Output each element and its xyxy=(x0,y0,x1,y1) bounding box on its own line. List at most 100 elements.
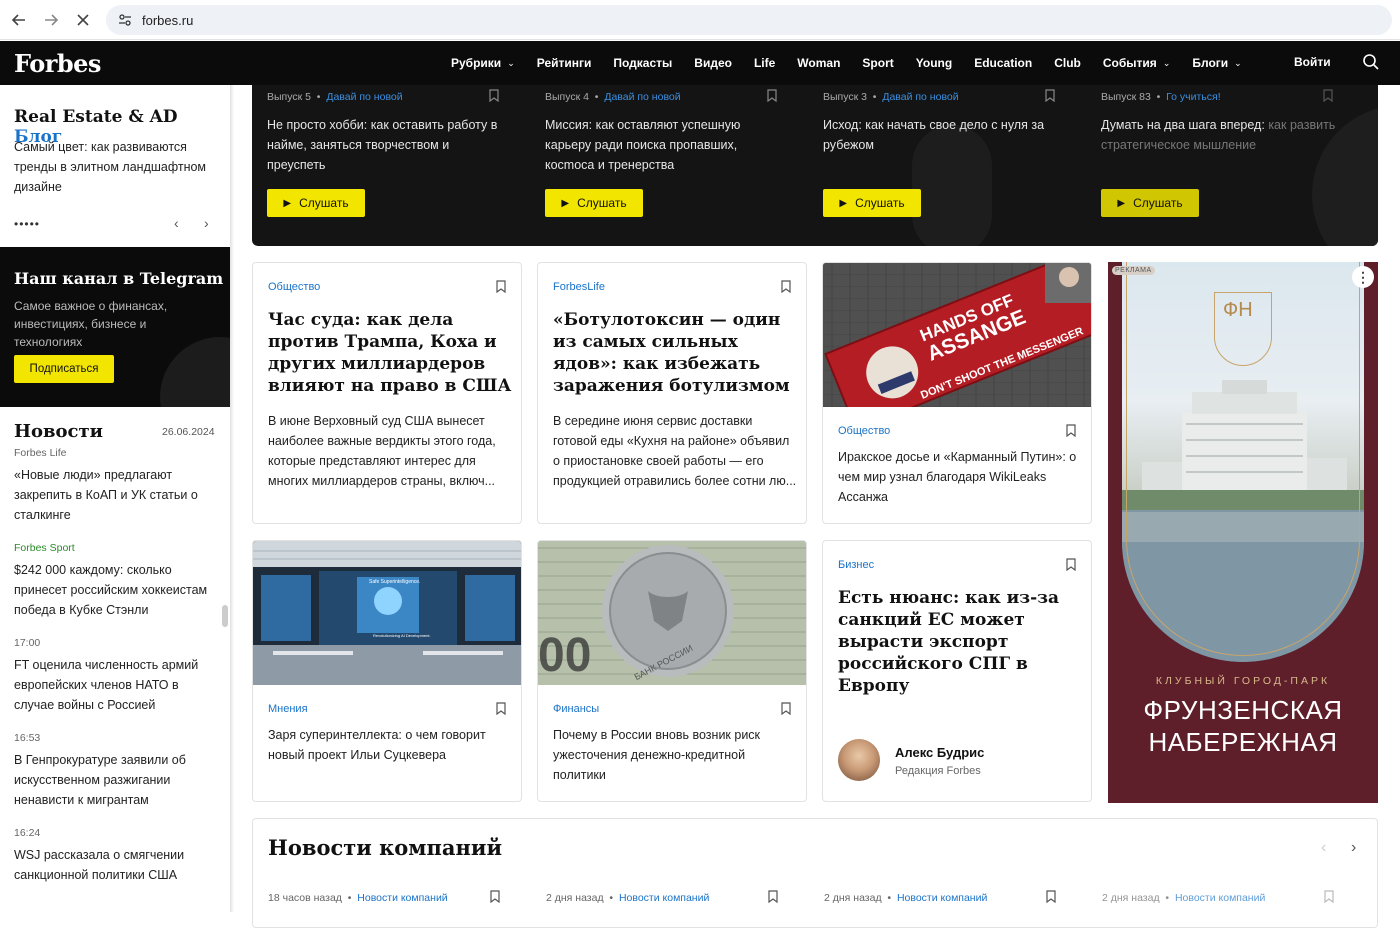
bookmark-icon[interactable] xyxy=(781,280,791,294)
bookmark-icon[interactable] xyxy=(496,280,506,294)
news-item[interactable]: 17:00 FT оценила численность армий европ… xyxy=(14,637,219,715)
ad-label: РЕКЛАМА xyxy=(1112,266,1155,275)
news-item[interactable]: Forbes Sport $242 000 каждому: сколько п… xyxy=(14,542,219,620)
bookmark-icon[interactable] xyxy=(1324,890,1334,904)
company-news-tag[interactable]: Новости компаний xyxy=(897,892,987,904)
news-item-time: 16:24 xyxy=(14,827,41,839)
ad-options-icon[interactable]: ⋮ xyxy=(1352,266,1374,288)
image-screen-text: Revolutionizing AI Development. xyxy=(373,633,431,638)
news-item-time: 17:00 xyxy=(14,637,41,649)
news-item[interactable]: 16:24 WSJ рассказала о смягчении санкцио… xyxy=(14,827,219,885)
menu-item-club[interactable]: Club xyxy=(1054,56,1081,70)
menu-item-blogs[interactable]: Блоги ⌄ xyxy=(1192,56,1241,70)
menu-item-woman[interactable]: Woman xyxy=(797,56,840,70)
subscribe-button[interactable]: Подписаться xyxy=(14,355,114,383)
back-icon[interactable] xyxy=(3,4,35,36)
address-bar[interactable]: forbes.ru xyxy=(106,5,1392,35)
bookmark-icon[interactable] xyxy=(1066,558,1076,572)
article-card[interactable]: Бизнес Есть нюанс: как из-за санкций ЕС … xyxy=(822,540,1092,802)
article-title: Есть нюанс: как из-за санкций ЕС может в… xyxy=(838,588,1060,696)
article-card[interactable]: HANDS OFF ASSANGE DON'T SHOOT THE MESSEN… xyxy=(822,262,1092,524)
main-menu: Рубрики ⌄ Рейтинги Подкасты Видео Life Wo… xyxy=(440,41,1253,85)
listen-button[interactable]: ▶ Слушать xyxy=(545,189,643,217)
news-item-text: В Генпрокуратуре заявили об искусственно… xyxy=(14,753,186,807)
play-icon: ▶ xyxy=(561,197,570,209)
chevron-down-icon: ⌄ xyxy=(1162,57,1171,68)
section-title[interactable]: Новости компаний xyxy=(268,835,502,860)
company-news-tag[interactable]: Новости компаний xyxy=(357,892,447,904)
carousel-prev-icon[interactable]: ‹ xyxy=(1321,839,1326,857)
telegram-text: Самое важное о финансах, инвестициях, би… xyxy=(14,299,168,349)
article-rubric[interactable]: Бизнес xyxy=(838,559,874,571)
news-item-time: 16:53 xyxy=(14,732,41,744)
article-rubric[interactable]: Общество xyxy=(268,281,320,293)
article-rubric[interactable]: Мнения xyxy=(268,703,308,715)
site-settings-icon[interactable] xyxy=(116,11,134,29)
menu-item-podcasts[interactable]: Подкасты xyxy=(613,56,672,70)
author-name[interactable]: Алекс Будрис xyxy=(895,745,984,760)
bookmark-icon[interactable] xyxy=(490,890,500,904)
listen-button[interactable]: ▶ Слушать xyxy=(1101,189,1199,217)
podcast-series-link[interactable]: Давай по новой xyxy=(326,91,402,103)
podcast-card[interactable]: Выпуск 3 • Давай по новой Исход: как нач… xyxy=(808,85,1068,246)
podcast-card[interactable]: Выпуск 4 • Давай по новой Миссия: как ос… xyxy=(530,85,790,246)
blog-teaser[interactable]: Самый цвет: как развиваются тренды в эли… xyxy=(14,137,219,197)
carousel-dots[interactable]: ••••• xyxy=(14,217,40,231)
play-icon: ▶ xyxy=(283,197,292,209)
search-icon[interactable] xyxy=(1362,53,1382,73)
article-card[interactable]: ForbesLife «Ботулотоксин — один из самых… xyxy=(537,262,807,524)
news-item[interactable]: Forbes Life «Новые люди» предлагают закр… xyxy=(14,447,219,525)
bookmark-icon[interactable] xyxy=(1066,424,1076,438)
carousel-next-icon[interactable]: › xyxy=(1351,839,1356,857)
bookmark-icon[interactable] xyxy=(489,89,499,103)
ad-arch-frame xyxy=(1126,262,1360,656)
bookmark-icon[interactable] xyxy=(1045,89,1055,103)
forward-icon[interactable] xyxy=(35,4,67,36)
sidebar-scrollbar[interactable] xyxy=(222,605,228,627)
company-news-tag[interactable]: Новости компаний xyxy=(1175,892,1265,904)
ad-title: ФРУНЗЕНСКАЯ НАБЕРЕЖНАЯ xyxy=(1143,695,1343,757)
menu-item-life[interactable]: Life xyxy=(754,56,775,70)
bookmark-icon[interactable] xyxy=(768,890,778,904)
article-card[interactable]: Общество Час суда: как дела против Трамп… xyxy=(252,262,522,524)
bookmark-icon[interactable] xyxy=(781,702,791,716)
news-feed-title[interactable]: Новости xyxy=(14,421,103,442)
menu-item-young[interactable]: Young xyxy=(916,56,952,70)
podcast-series-link[interactable]: Давай по новой xyxy=(604,91,680,103)
menu-item-video[interactable]: Видео xyxy=(694,56,732,70)
podcast-series-link[interactable]: Давай по новой xyxy=(882,91,958,103)
article-card[interactable]: 00 БАНК РОССИИ Финансы Почему в России в… xyxy=(537,540,807,802)
listen-button[interactable]: ▶ Слушать xyxy=(267,189,365,217)
news-item-text: WSJ рассказала о смягчении санкционной п… xyxy=(14,848,185,882)
listen-button[interactable]: ▶ Слушать xyxy=(823,189,921,217)
podcast-card[interactable]: Выпуск 5 • Давай по новой Не просто хобб… xyxy=(252,85,512,246)
advertisement-banner[interactable]: ФН РЕКЛАМА ⋮ КЛУБНЫЙ ГОРОД-ПАРК ФРУНЗЕНС… xyxy=(1108,262,1378,803)
bookmark-icon[interactable] xyxy=(767,89,777,103)
menu-item-sport[interactable]: Sport xyxy=(862,56,893,70)
menu-item-rubrics[interactable]: Рубрики ⌄ xyxy=(451,56,515,70)
stop-loading-icon[interactable] xyxy=(67,4,99,36)
article-rubric[interactable]: Финансы xyxy=(553,703,599,715)
forbes-logo[interactable]: Forbes xyxy=(14,49,101,78)
article-rubric[interactable]: ForbesLife xyxy=(553,281,605,293)
bookmark-icon[interactable] xyxy=(1046,890,1056,904)
bookmark-icon[interactable] xyxy=(496,702,506,716)
bookmark-icon[interactable] xyxy=(1323,89,1333,103)
company-news-tag[interactable]: Новости компаний xyxy=(619,892,709,904)
article-rubric[interactable]: Общество xyxy=(838,425,890,437)
menu-item-education[interactable]: Education xyxy=(974,56,1032,70)
avatar[interactable] xyxy=(838,739,880,781)
article-title: Иракское досье и «Карманный Путин»: о че… xyxy=(838,450,1077,504)
podcast-meta: Выпуск 5 • Давай по новой xyxy=(267,91,403,103)
article-card[interactable]: Safe Superintelligence. Revolutionizing … xyxy=(252,540,522,802)
menu-item-events[interactable]: События ⌄ xyxy=(1103,56,1170,70)
podcast-series-link[interactable]: Го учиться! xyxy=(1166,91,1220,103)
menu-item-ratings[interactable]: Рейтинги xyxy=(537,56,592,70)
carousel-next-icon[interactable]: › xyxy=(204,215,209,231)
carousel-prev-icon[interactable]: ‹ xyxy=(174,215,179,231)
podcast-meta: Выпуск 83 • Го учиться! xyxy=(1101,91,1221,103)
news-item-tag: Forbes Sport xyxy=(14,542,75,554)
podcast-card[interactable]: Выпуск 83 • Го учиться! Думать на два ша… xyxy=(1086,85,1346,246)
login-button[interactable]: Войти xyxy=(1294,55,1331,69)
news-item[interactable]: 16:53 В Генпрокуратуре заявили об искусс… xyxy=(14,732,219,810)
